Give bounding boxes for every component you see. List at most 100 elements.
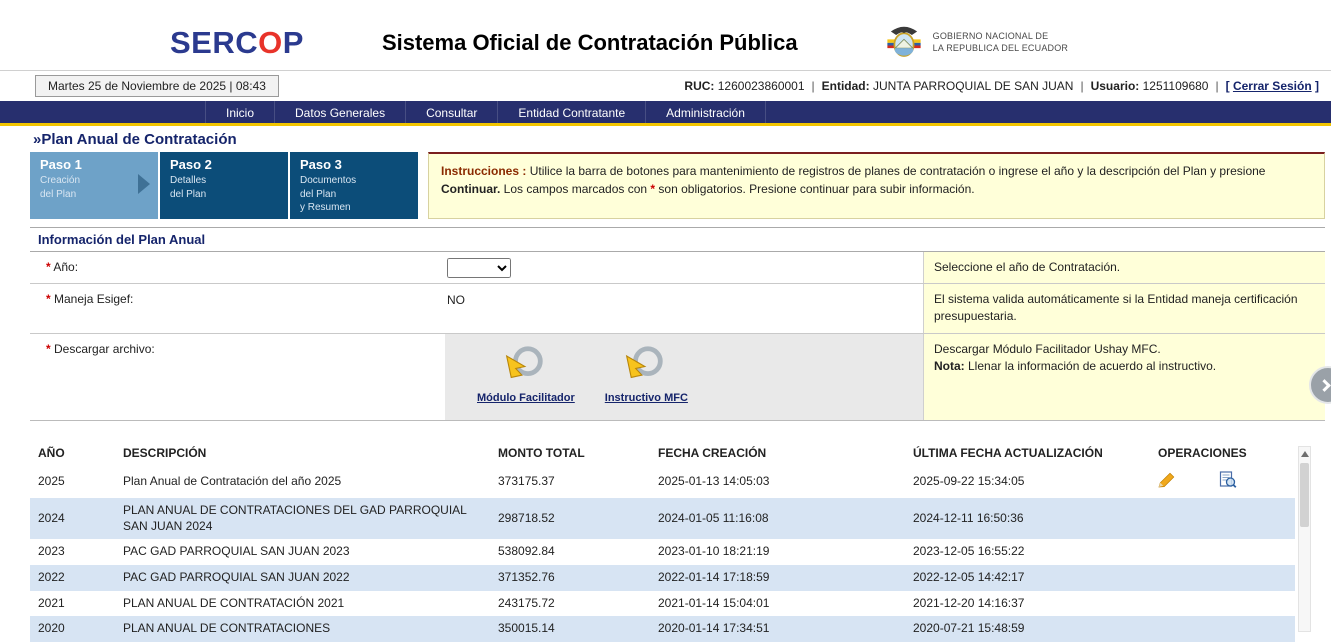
field-row-ano: * Año: Seleccione el año de Contratación… bbox=[30, 252, 1325, 284]
table-row: 2022 PAC GAD PARROQUIAL SAN JUAN 2022 37… bbox=[30, 565, 1295, 591]
cell-fecha-actualizacion: 2025-09-22 15:34:05 bbox=[905, 466, 1150, 499]
cell-operations bbox=[1150, 498, 1295, 539]
required-asterisk: * bbox=[46, 342, 51, 356]
entidad-label: Entidad: bbox=[822, 79, 870, 93]
cell-year: 2022 bbox=[30, 565, 115, 591]
cell-description: PLAN ANUAL DE CONTRATACIONES bbox=[115, 616, 490, 642]
nav-item-consultar[interactable]: Consultar bbox=[406, 101, 498, 123]
cell-description: PAC GAD PARROQUIAL SAN JUAN 2022 bbox=[115, 565, 490, 591]
cell-fecha-creacion: 2025-01-13 14:05:03 bbox=[650, 466, 905, 499]
logout-link[interactable]: Cerrar Sesión bbox=[1233, 79, 1312, 93]
step-1-title: Paso 1 bbox=[40, 157, 150, 172]
nota-label: Nota: bbox=[934, 359, 965, 373]
table-header-row: AÑO DESCRIPCIÓN MONTO TOTAL FECHA CREACI… bbox=[30, 439, 1295, 466]
nav-item-administracion[interactable]: Administración bbox=[646, 101, 766, 123]
step-1-creacion[interactable]: Paso 1 Creación del Plan bbox=[30, 152, 158, 219]
instructivo-mfc-download[interactable]: Instructivo MFC bbox=[605, 344, 688, 414]
required-asterisk: * bbox=[46, 260, 51, 274]
ano-label-cell: * Año: bbox=[30, 252, 445, 283]
descargar-hint: Descargar Módulo Facilitador Ushay MFC. … bbox=[923, 334, 1325, 420]
cell-operations bbox=[1150, 591, 1295, 617]
header-operaciones: OPERACIONES bbox=[1150, 439, 1295, 466]
cell-operations bbox=[1150, 565, 1295, 591]
entidad-group: Entidad: JUNTA PARROQUIAL DE SAN JUAN bbox=[822, 79, 1074, 93]
step-1-sub: Creación del Plan bbox=[40, 174, 150, 201]
entidad-value: JUNTA PARROQUIAL DE SAN JUAN bbox=[873, 79, 1073, 93]
government-label: GOBIERNO NACIONAL DE LA REPUBLICA DEL EC… bbox=[933, 31, 1069, 54]
cell-year: 2023 bbox=[30, 539, 115, 565]
ruc-label: RUC: bbox=[684, 79, 714, 93]
step-3-title: Paso 3 bbox=[300, 157, 410, 172]
step-3-sub: Documentos del Plan y Resumen bbox=[300, 174, 410, 215]
modulo-facilitador-download[interactable]: Módulo Facilitador bbox=[477, 344, 575, 414]
info-bar: Martes 25 de Noviembre de 2025 | 08:43 R… bbox=[0, 70, 1331, 101]
cell-description: Plan Anual de Contratación del año 2025 bbox=[115, 466, 490, 499]
cell-description: PLAN ANUAL DE CONTRATACIONES DEL GAD PAR… bbox=[115, 498, 490, 539]
instructions-text-1: Utilice la barra de botones para manteni… bbox=[526, 164, 1265, 178]
ano-hint: Seleccione el año de Contratación. bbox=[923, 252, 1325, 283]
step-3-documentos[interactable]: Paso 3 Documentos del Plan y Resumen bbox=[290, 152, 418, 219]
esigef-label-cell: * Maneja Esigef: bbox=[30, 284, 445, 333]
cell-monto: 298718.52 bbox=[490, 498, 650, 539]
ano-label: Año: bbox=[53, 260, 78, 274]
cell-year: 2025 bbox=[30, 466, 115, 499]
nav-item-datos-generales[interactable]: Datos Generales bbox=[275, 101, 406, 123]
preview-icon[interactable] bbox=[1219, 471, 1237, 494]
ruc-value: 1260023860001 bbox=[718, 79, 805, 93]
click-cursor-icon bbox=[503, 344, 549, 389]
usuario-label: Usuario: bbox=[1091, 79, 1140, 93]
gov-line2: LA REPUBLICA DEL ECUADOR bbox=[933, 43, 1069, 55]
header-fecha-creacion: FECHA CREACIÓN bbox=[650, 439, 905, 466]
descargar-hint-line2: Nota: Llenar la información de acuerdo a… bbox=[934, 358, 1315, 375]
step-2-line2: del Plan bbox=[170, 188, 280, 202]
instructivo-mfc-link[interactable]: Instructivo MFC bbox=[605, 392, 688, 404]
cell-operations bbox=[1150, 539, 1295, 565]
instructions-label: Instrucciones : bbox=[441, 164, 526, 178]
gov-line1: GOBIERNO NACIONAL DE bbox=[933, 31, 1069, 43]
ecuador-coat-of-arms-icon bbox=[883, 21, 925, 66]
cell-fecha-creacion: 2022-01-14 17:18:59 bbox=[650, 565, 905, 591]
header-ano: AÑO bbox=[30, 439, 115, 466]
plan-form: * Año: Seleccione el año de Contratación… bbox=[30, 252, 1325, 421]
datetime-display: Martes 25 de Noviembre de 2025 | 08:43 bbox=[35, 75, 279, 97]
modulo-facilitador-link[interactable]: Módulo Facilitador bbox=[477, 392, 575, 404]
cell-fecha-creacion: 2021-01-14 15:04:01 bbox=[650, 591, 905, 617]
header-monto-total: MONTO TOTAL bbox=[490, 439, 650, 466]
session-info: RUC: 1260023860001 | Entidad: JUNTA PARR… bbox=[684, 79, 1319, 93]
table-scrollbar[interactable] bbox=[1298, 446, 1311, 632]
cell-operations bbox=[1150, 466, 1295, 499]
sercop-logo: SERCOP bbox=[170, 25, 304, 61]
cell-monto: 373175.37 bbox=[490, 466, 650, 499]
step-3-line1: Documentos bbox=[300, 174, 410, 188]
cell-monto: 243175.72 bbox=[490, 591, 650, 617]
nav-item-entidad-contratante[interactable]: Entidad Contratante bbox=[498, 101, 646, 123]
chevron-right-icon bbox=[1318, 379, 1331, 392]
header-descripcion: DESCRIPCIÓN bbox=[115, 439, 490, 466]
main-nav: Inicio Datos Generales Consultar Entidad… bbox=[0, 101, 1331, 126]
wizard-steps: Paso 1 Creación del Plan Paso 2 Detalles… bbox=[30, 152, 1325, 219]
ano-select[interactable] bbox=[447, 258, 511, 278]
esigef-label: Maneja Esigef: bbox=[54, 292, 133, 306]
cell-year: 2024 bbox=[30, 498, 115, 539]
descargar-control-cell: Módulo Facilitador Instructivo MFC bbox=[445, 334, 923, 420]
step-2-detalles[interactable]: Paso 2 Detalles del Plan bbox=[160, 152, 288, 219]
sercop-logo-o: O bbox=[258, 25, 283, 60]
cell-fecha-creacion: 2020-01-14 17:34:51 bbox=[650, 616, 905, 642]
ano-control-cell bbox=[445, 252, 923, 283]
scroll-up-icon[interactable] bbox=[1299, 447, 1310, 461]
nav-item-inicio[interactable]: Inicio bbox=[205, 101, 275, 123]
cell-year: 2020 bbox=[30, 616, 115, 642]
cell-fecha-actualizacion: 2023-12-05 16:55:22 bbox=[905, 539, 1150, 565]
sercop-logo-p: P bbox=[283, 25, 304, 60]
separator: | bbox=[812, 79, 815, 93]
table-row: 2025 Plan Anual de Contratación del año … bbox=[30, 466, 1295, 499]
section-title: Información del Plan Anual bbox=[30, 227, 1325, 252]
table-row: 2024 PLAN ANUAL DE CONTRATACIONES DEL GA… bbox=[30, 498, 1295, 539]
scrollbar-thumb[interactable] bbox=[1300, 463, 1309, 527]
instructions-text-3: son obligatorios. Presione continuar par… bbox=[655, 182, 975, 196]
edit-pencil-icon[interactable] bbox=[1158, 472, 1176, 493]
page-title: »Plan Anual de Contratación bbox=[33, 131, 1331, 148]
header-ultima-fecha: ÚLTIMA FECHA ACTUALIZACIÓN bbox=[905, 439, 1150, 466]
cell-fecha-actualizacion: 2020-07-21 15:48:59 bbox=[905, 616, 1150, 642]
cell-description: PAC GAD PARROQUIAL SAN JUAN 2023 bbox=[115, 539, 490, 565]
